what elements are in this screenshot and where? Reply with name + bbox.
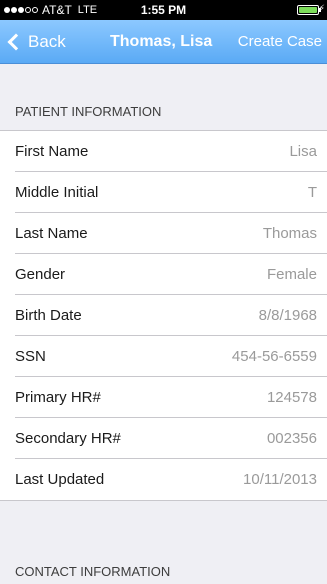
- row-value: 454-56-6559: [231, 348, 317, 365]
- charging-bolt-icon: ⚡: [318, 3, 325, 13]
- row-value: 8/8/1968: [258, 307, 317, 324]
- row-label: Gender: [15, 266, 66, 283]
- chevron-left-icon: [7, 33, 25, 51]
- create-case-button[interactable]: Create Case: [238, 20, 322, 64]
- row-label: Last Name: [15, 225, 88, 242]
- row-label: Secondary HR#: [15, 430, 121, 447]
- row-label: Last Updated: [15, 471, 105, 488]
- row-value: 10/11/2013: [243, 471, 317, 488]
- row-label: Birth Date: [15, 307, 82, 324]
- primary-hr-row[interactable]: Primary HR# 124578: [0, 377, 327, 418]
- row-value: Thomas: [262, 225, 317, 242]
- patient-information-header: PATIENT INFORMATION: [15, 104, 162, 119]
- row-label: First Name: [15, 143, 89, 160]
- row-value: 002356: [266, 430, 317, 447]
- navigation-bar: Back Thomas, Lisa Create Case: [0, 20, 327, 64]
- last-updated-row[interactable]: Last Updated 10/11/2013: [0, 459, 327, 500]
- gender-row[interactable]: Gender Female: [0, 254, 327, 295]
- contact-information-header: CONTACT INFORMATION: [15, 564, 171, 579]
- birth-date-row[interactable]: Birth Date 8/8/1968: [0, 295, 327, 336]
- row-value: Female: [266, 266, 317, 283]
- row-label: Middle Initial: [15, 184, 99, 201]
- page-title: Thomas, Lisa: [110, 33, 213, 50]
- back-button[interactable]: Back: [4, 20, 66, 64]
- row-value: T: [307, 184, 317, 201]
- row-value: 124578: [266, 389, 317, 406]
- middle-initial-row[interactable]: Middle Initial T: [0, 172, 327, 213]
- patient-information-list: First Name Lisa Middle Initial T Last Na…: [0, 130, 327, 501]
- status-time: 1:55 PM: [140, 3, 187, 17]
- battery-icon: [297, 5, 321, 15]
- row-label: SSN: [15, 348, 46, 365]
- row-value: Lisa: [289, 143, 317, 160]
- secondary-hr-row[interactable]: Secondary HR# 002356: [0, 418, 327, 459]
- last-name-row[interactable]: Last Name Thomas: [0, 213, 327, 254]
- first-name-row[interactable]: First Name Lisa: [0, 131, 327, 172]
- back-button-label: Back: [28, 32, 66, 51]
- row-label: Primary HR#: [15, 389, 101, 406]
- ssn-row[interactable]: SSN 454-56-6559: [0, 336, 327, 377]
- status-bar: AT&T LTE 1:55 PM ⚡: [0, 0, 327, 20]
